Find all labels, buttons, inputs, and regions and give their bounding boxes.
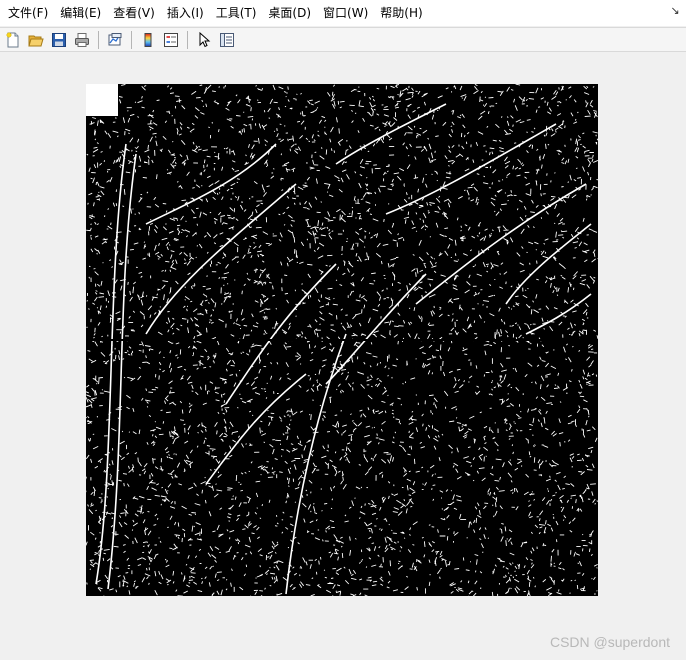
menu-tools[interactable]: 工具(T) xyxy=(210,2,263,24)
edge-texture-svg xyxy=(86,84,598,596)
dock-figure-icon[interactable]: ↘ xyxy=(668,4,682,18)
menu-desktop[interactable]: 桌面(D) xyxy=(262,2,317,24)
property-inspector-icon[interactable] xyxy=(216,29,238,51)
menu-insert[interactable]: 插入(I) xyxy=(161,2,210,24)
link-plot-icon[interactable] xyxy=(104,29,126,51)
figure-canvas-area: CSDN @superdont xyxy=(0,53,686,660)
legend-icon[interactable] xyxy=(160,29,182,51)
toolbar-separator xyxy=(187,30,188,49)
open-file-icon[interactable] xyxy=(25,29,47,51)
save-icon[interactable] xyxy=(48,29,70,51)
menu-help[interactable]: 帮助(H) xyxy=(374,2,428,24)
print-icon[interactable] xyxy=(71,29,93,51)
menu-window[interactable]: 窗口(W) xyxy=(317,2,374,24)
toolbar-separator xyxy=(131,30,132,49)
binary-edge-image xyxy=(86,84,598,596)
toolbar-separator xyxy=(98,30,99,49)
menu-view[interactable]: 查看(V) xyxy=(107,2,161,24)
colorbar-icon[interactable] xyxy=(137,29,159,51)
menu-edit[interactable]: 编辑(E) xyxy=(54,2,107,24)
figure-toolbar xyxy=(0,27,686,52)
watermark: CSDN @superdont xyxy=(549,634,670,650)
edit-plot-pointer-icon[interactable] xyxy=(193,29,215,51)
menu-bar: 文件(F) 编辑(E) 查看(V) 插入(I) 工具(T) 桌面(D) 窗口(W… xyxy=(0,0,686,26)
new-figure-icon[interactable] xyxy=(2,29,24,51)
menu-file[interactable]: 文件(F) xyxy=(2,2,54,24)
